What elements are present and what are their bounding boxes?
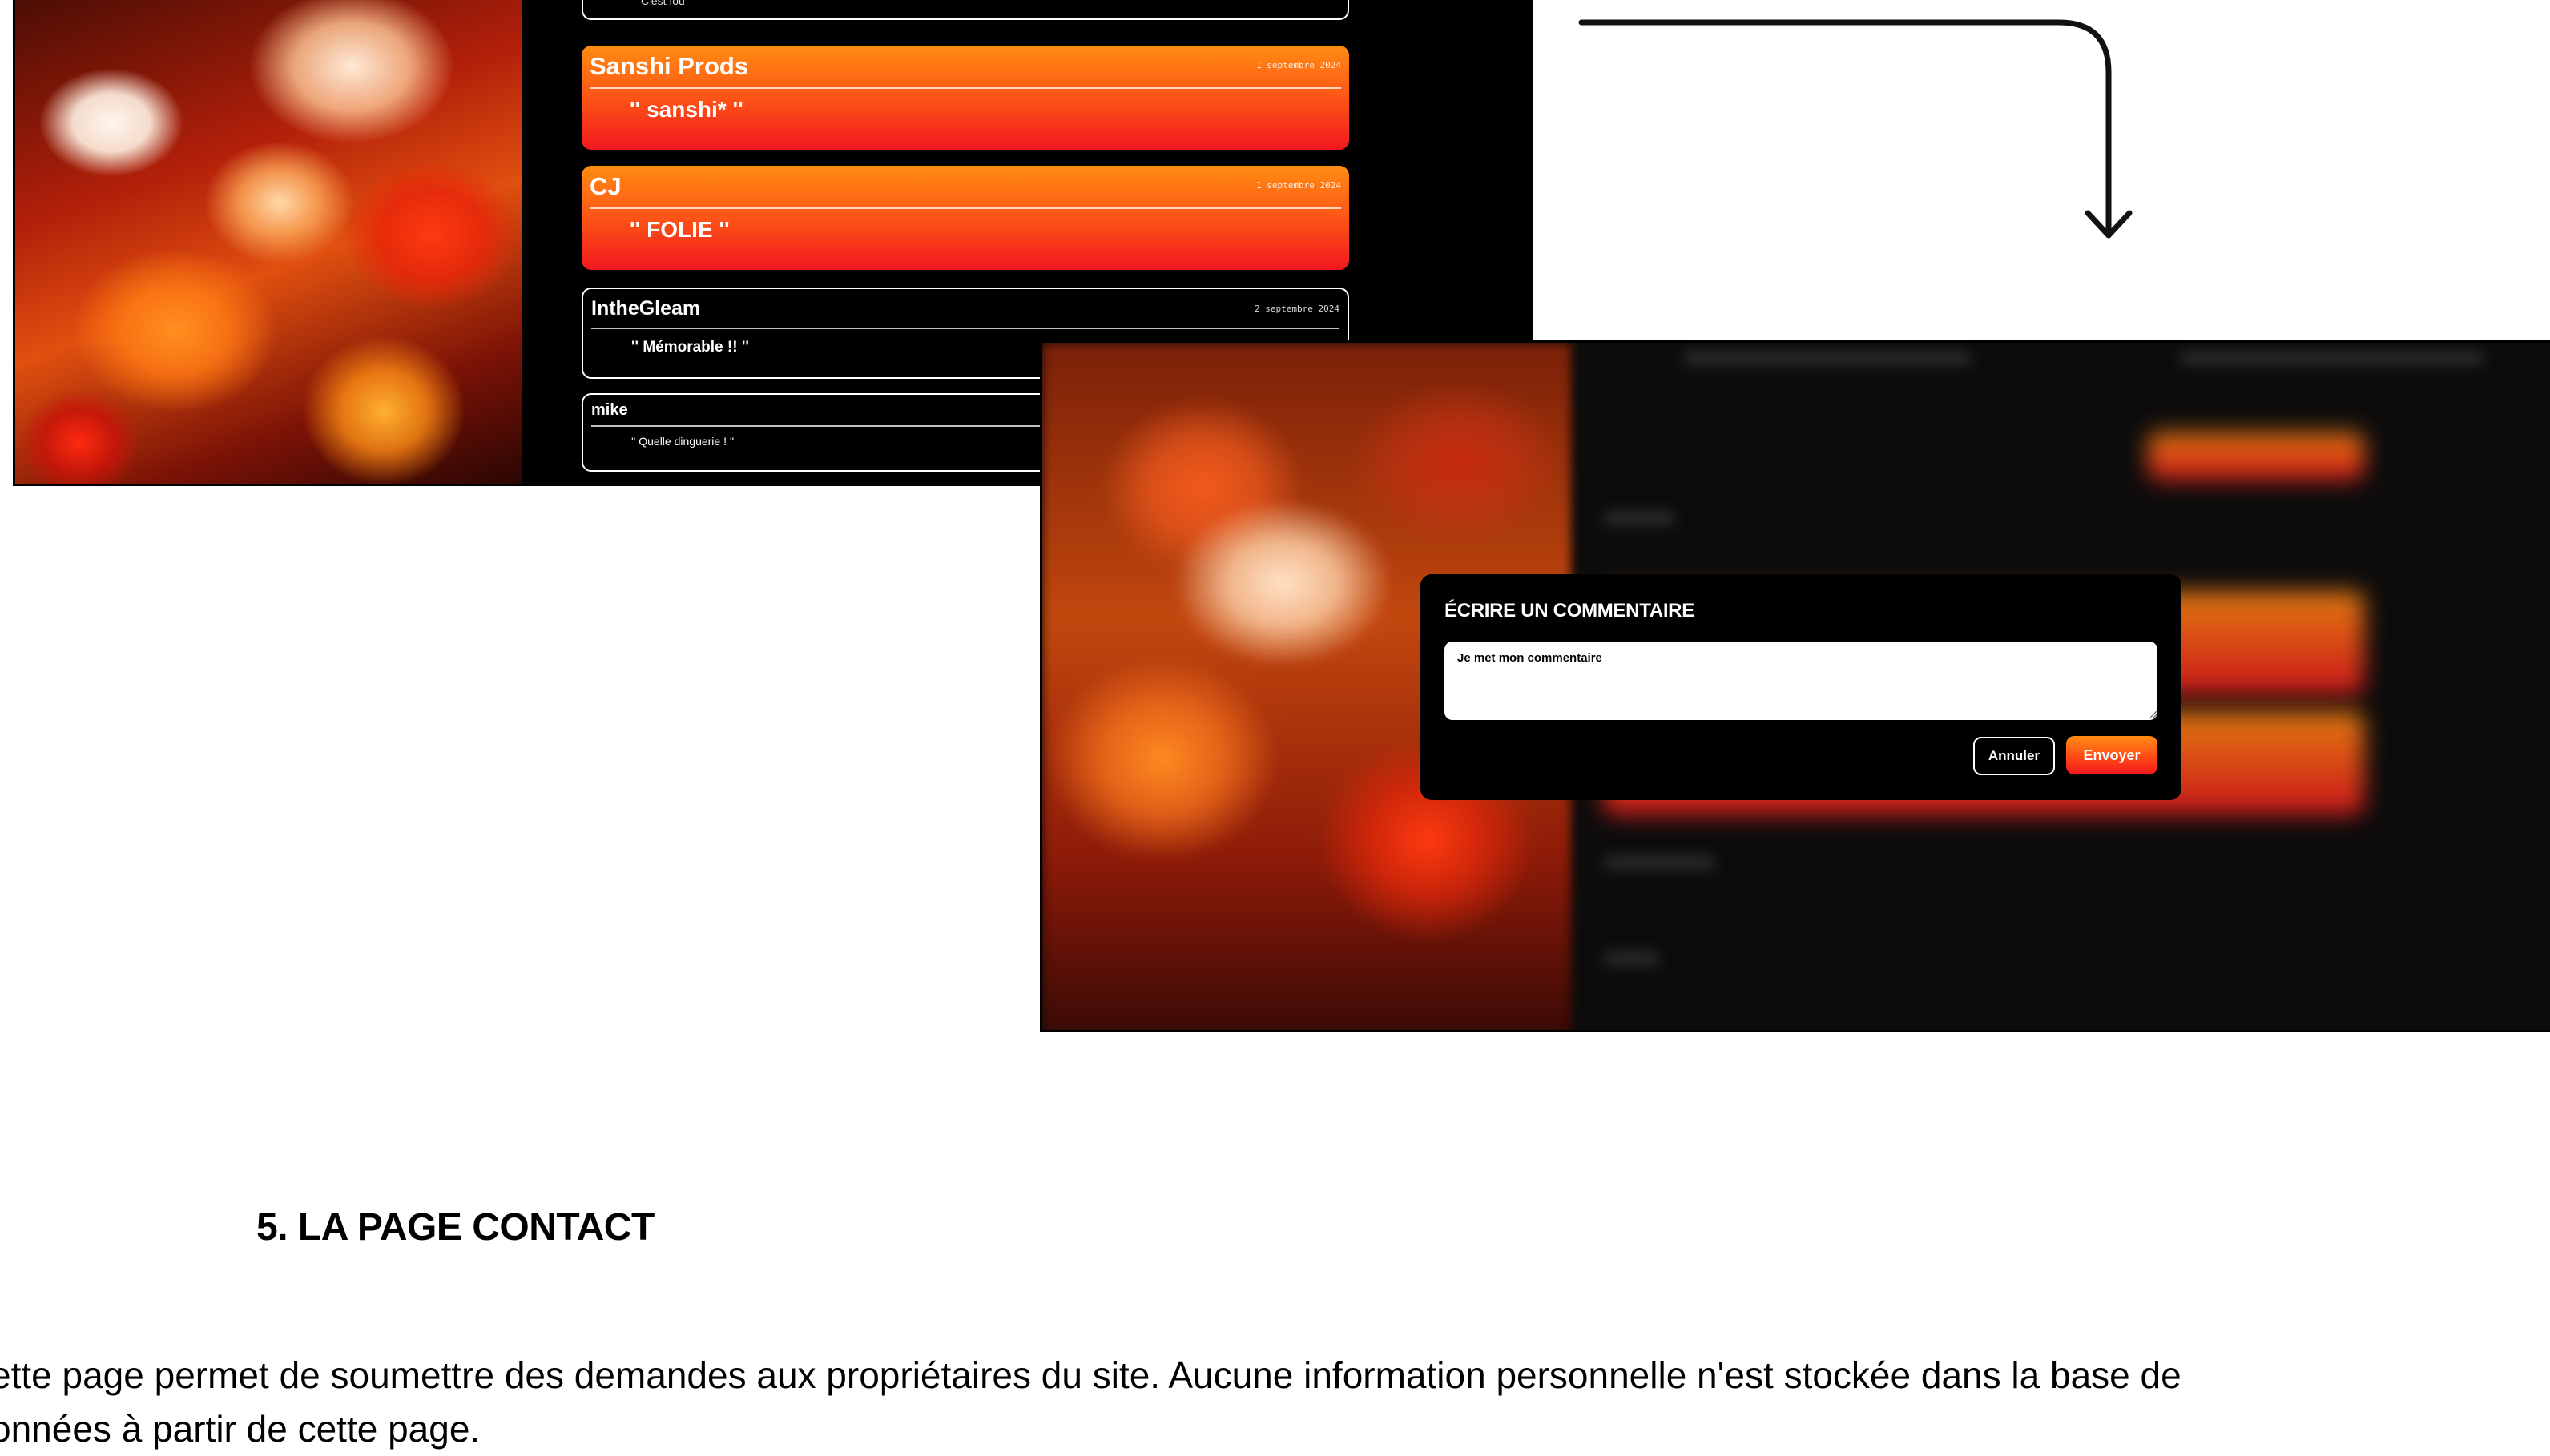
send-button[interactable]: Envoyer xyxy=(2066,736,2157,774)
blurred-element xyxy=(1683,351,1972,365)
blurred-element xyxy=(1603,951,1659,966)
paragraph-line: onnées à partir de cette page. xyxy=(0,1408,481,1450)
blurred-element xyxy=(1603,855,1715,870)
blurred-element xyxy=(2180,351,2484,365)
comment-date: 1 septembre 2024 xyxy=(1256,180,1341,191)
party-photo xyxy=(15,0,522,484)
resize-grip-icon[interactable] xyxy=(2149,710,2157,718)
comment-textarea[interactable]: Je met mon commentaire xyxy=(1444,642,2157,720)
comment-author: mike xyxy=(591,401,628,419)
cancel-button[interactable]: Annuler xyxy=(1973,737,2055,775)
comment-header: IntheGleam 2 septembre 2024 xyxy=(591,289,1339,329)
comment-modal: ÉCRIRE UN COMMENTAIRE Je met mon comment… xyxy=(1420,574,2181,800)
paragraph-line: ette page permet de soumettre des demand… xyxy=(0,1354,2181,1396)
blurred-element xyxy=(1603,511,1675,525)
comment-card: C'est fou xyxy=(582,0,1349,20)
comment-date: 2 septembre 2024 xyxy=(1255,304,1339,314)
comment-header: CJ 1 septembre 2024 xyxy=(590,166,1341,209)
section-heading: 5. LA PAGE CONTACT xyxy=(256,1206,655,1249)
comment-modal-screenshot: ÉCRIRE UN COMMENTAIRE Je met mon comment… xyxy=(1040,340,2550,1032)
comment-date: 1 septembre 2024 xyxy=(1256,60,1341,70)
comment-text: '' sanshi* '' xyxy=(630,97,743,122)
connector-arrow-icon xyxy=(1578,19,2133,239)
comment-text: '' FOLIE '' xyxy=(630,217,730,242)
blurred-button xyxy=(2148,432,2364,481)
comment-text: C'est fou xyxy=(641,0,685,7)
comment-author: Sanshi Prods xyxy=(590,52,749,80)
modal-title: ÉCRIRE UN COMMENTAIRE xyxy=(1444,600,1694,621)
comment-card: CJ 1 septembre 2024 '' FOLIE '' xyxy=(582,166,1349,270)
comment-header: Sanshi Prods 1 septembre 2024 xyxy=(590,46,1341,89)
comment-author: CJ xyxy=(590,172,622,200)
comment-text: '' Quelle dinguerie ! '' xyxy=(631,435,735,448)
comment-author: IntheGleam xyxy=(591,297,701,320)
comment-text: '' Mémorable !! '' xyxy=(631,339,749,356)
section-paragraph: ette page permet de soumettre des demand… xyxy=(0,1349,2550,1456)
comment-card: Sanshi Prods 1 septembre 2024 '' sanshi*… xyxy=(582,46,1349,150)
